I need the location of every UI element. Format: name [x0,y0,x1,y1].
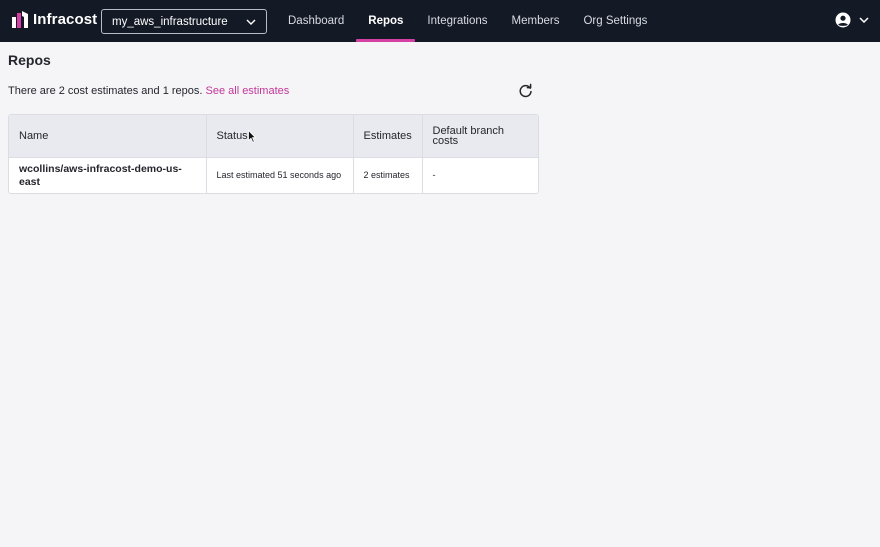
header-estimates[interactable]: Estimates [353,115,423,158]
nav-members[interactable]: Members [500,0,572,42]
org-selector[interactable]: my_aws_infrastructure [101,9,267,34]
infracost-logo-icon [12,11,28,28]
org-selector-value: my_aws_infrastructure [112,15,228,28]
repo-default-branch-costs: - [432,170,436,181]
repo-status: Last estimated 51 seconds ago [206,157,354,193]
summary-text: There are 2 cost estimates and 1 repos. [8,85,203,97]
nav-dashboard[interactable]: Dashboard [276,0,356,42]
chevron-down-icon [859,17,869,23]
repo-name[interactable]: wcollins/aws-infracost-demo-us-east [9,157,207,193]
see-all-estimates-link[interactable]: See all estimates [206,85,290,97]
user-avatar-icon [835,12,851,28]
repos-table: Name Status Estimates Default branch cos… [8,114,539,194]
header-default-branch-costs[interactable]: Default branch costs [422,115,538,158]
chevron-down-icon [246,19,256,25]
header-name[interactable]: Name [9,115,207,158]
refresh-icon [519,83,532,98]
nav-integrations[interactable]: Integrations [415,0,499,42]
repo-estimates: 2 estimates [353,157,423,193]
table-header-row: Name Status Estimates Default branch cos… [9,115,538,158]
estimates-summary: There are 2 cost estimates and 1 repos. … [8,85,289,97]
header-status[interactable]: Status [206,115,354,158]
nav-org-settings[interactable]: Org Settings [571,0,659,42]
refresh-button[interactable] [517,83,534,100]
nav-repos[interactable]: Repos [356,0,416,42]
top-nav-bar: Infracost my_aws_infrastructure Dashboar… [0,0,880,42]
brand-logo[interactable]: Infracost [12,11,97,28]
page-title: Repos [8,52,51,68]
user-menu[interactable] [835,12,869,28]
main-nav: Dashboard Repos Integrations Members Org… [276,0,659,42]
brand-name: Infracost [33,11,98,28]
table-row[interactable]: wcollins/aws-infracost-demo-us-east Last… [9,157,538,193]
